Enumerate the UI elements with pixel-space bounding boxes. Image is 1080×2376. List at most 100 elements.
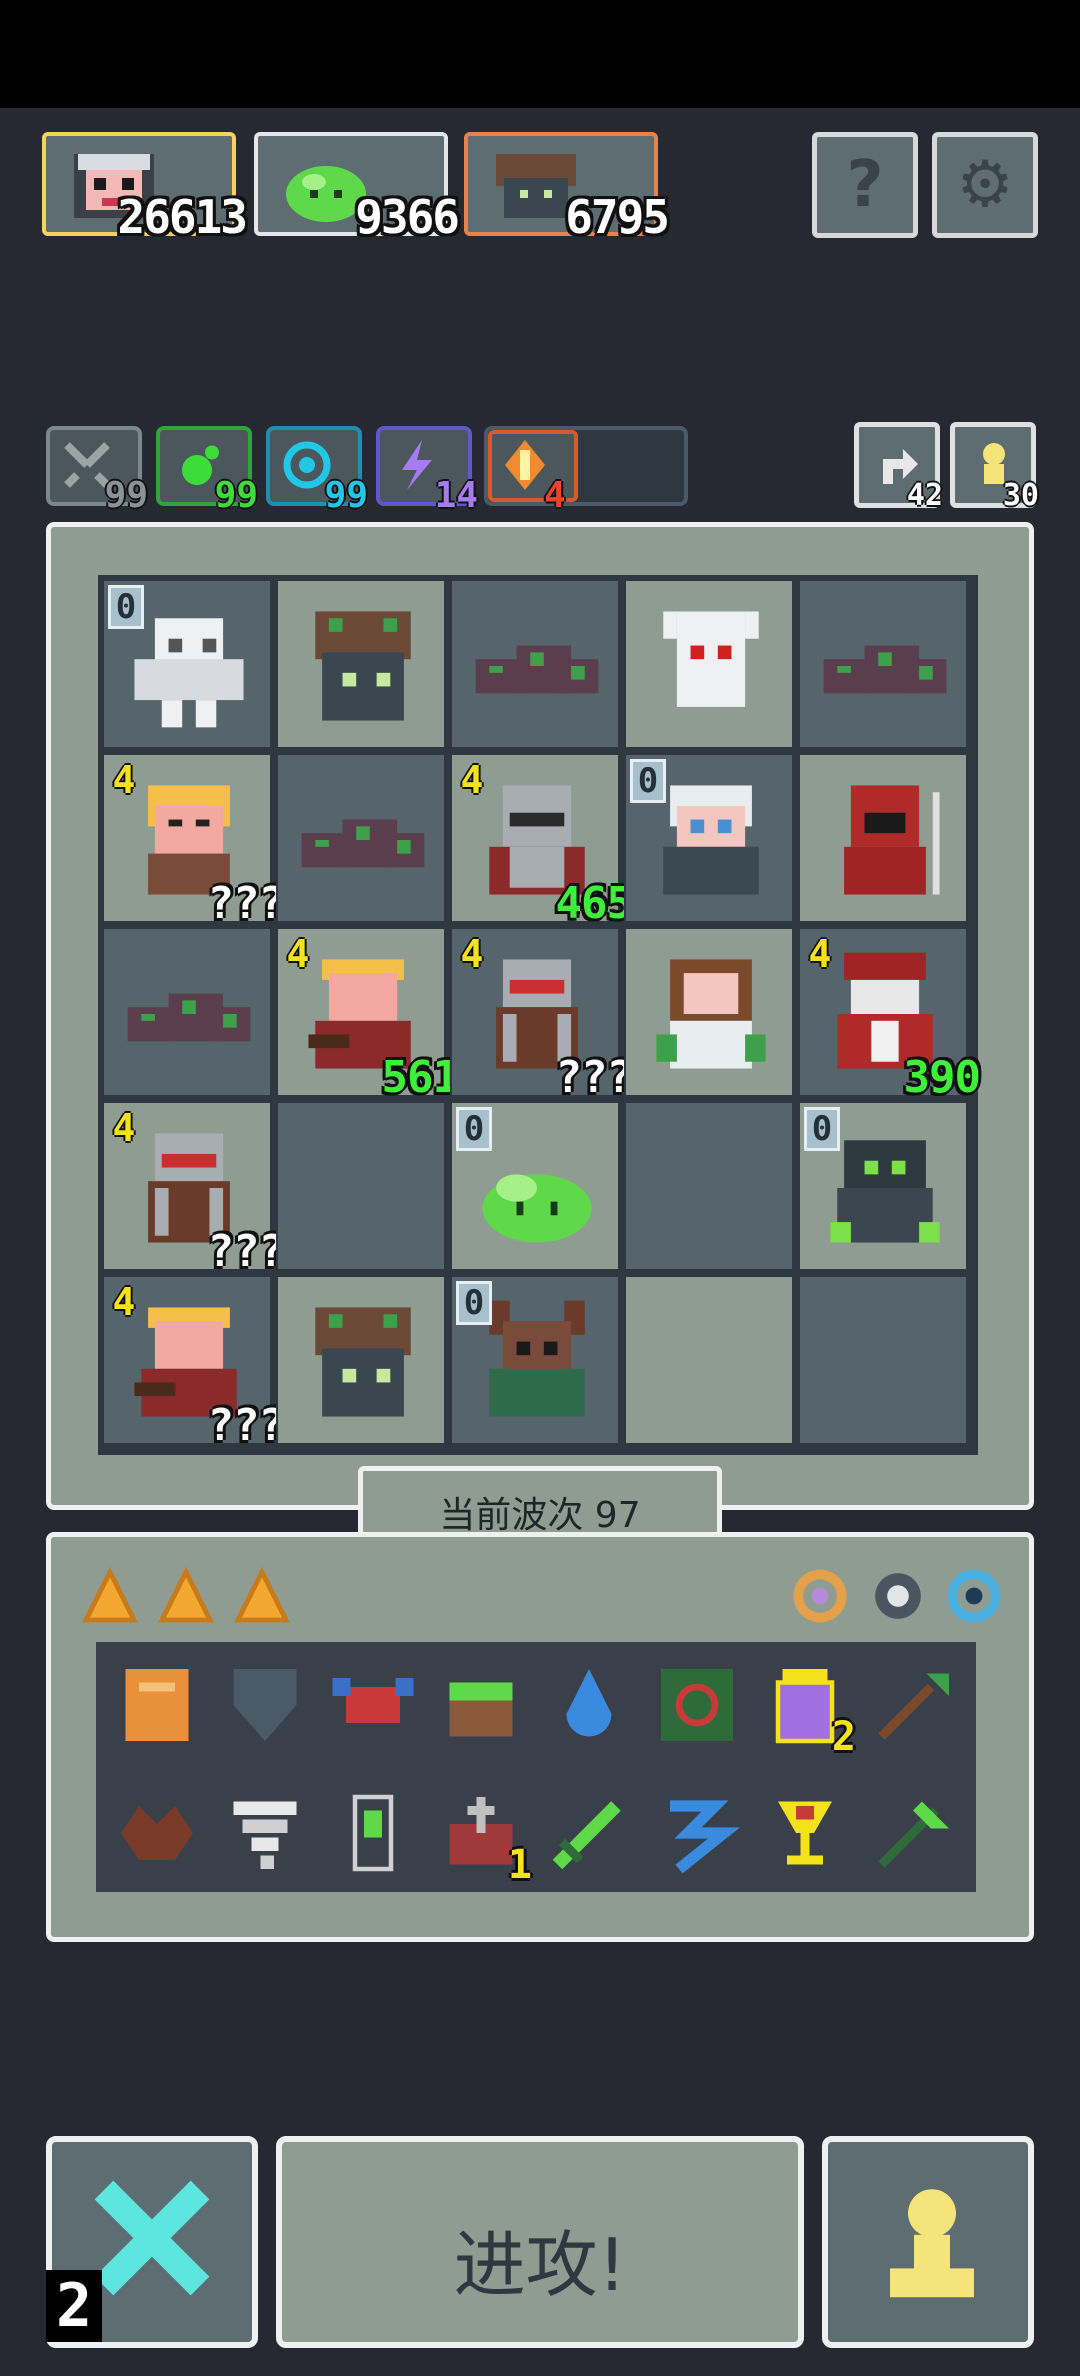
speed-badge[interactable]: 2 (46, 2270, 102, 2342)
help-button[interactable]: ? (812, 132, 918, 238)
inventory-item[interactable] (868, 1660, 958, 1750)
board-cell[interactable] (624, 1275, 794, 1445)
pawn-icon (890, 2189, 974, 2298)
forest-beast-icon (315, 611, 411, 721)
inventory-item[interactable] (112, 1788, 202, 1878)
attack-button[interactable]: 进攻! (276, 2136, 804, 2348)
inventory-item[interactable] (652, 1788, 742, 1878)
item-count: 1 (507, 1842, 532, 1888)
hero-portrait-slime[interactable]: 9366 (254, 132, 460, 244)
blue-wave-icon (670, 1800, 741, 1874)
rock-pile-icon (127, 993, 251, 1042)
board-cell[interactable] (276, 579, 446, 749)
inventory-item[interactable] (868, 1788, 958, 1878)
inventory-item[interactable] (544, 1788, 634, 1878)
rock-pile-icon (301, 819, 425, 868)
inventory-item[interactable] (760, 1788, 850, 1878)
unit-button[interactable] (822, 2136, 1034, 2348)
board-cell[interactable]: 0 (450, 1101, 620, 1271)
board-cell[interactable] (276, 753, 446, 923)
white-ghost-icon (663, 611, 759, 707)
board-cell[interactable] (450, 579, 620, 749)
red-mage-icon (844, 785, 940, 895)
undo-button[interactable]: 42 (854, 422, 943, 513)
inventory-item[interactable]: 2 (760, 1660, 856, 1760)
hero-portrait-vampire[interactable]: 26613 (42, 132, 248, 244)
amber-ring-icon[interactable] (790, 1566, 850, 1626)
unit-damage: ??? (207, 1226, 285, 1277)
unit-level: 0 (456, 1107, 492, 1151)
unit-level: 4 (808, 932, 832, 976)
stat-magic: 99 (266, 426, 368, 516)
rock-pile-icon (475, 645, 599, 694)
hero-portrait-beast[interactable]: 6795 (464, 132, 670, 244)
hero-score: 9366 (355, 190, 460, 244)
board-cell[interactable]: 4??? (450, 927, 633, 1103)
rune-tablet-icon (661, 1669, 733, 1741)
board-cell[interactable] (798, 753, 968, 923)
board-cell[interactable] (624, 927, 794, 1097)
inventory-item[interactable] (328, 1660, 418, 1750)
inventory-item[interactable] (328, 1788, 418, 1878)
unit-level: 0 (630, 759, 666, 803)
board-cell[interactable]: 4??? (102, 1275, 285, 1451)
inventory-item[interactable] (652, 1660, 742, 1750)
question-icon: ? (846, 148, 884, 222)
attack-label: 进攻! (453, 2223, 627, 2307)
board-cell[interactable] (276, 1101, 446, 1271)
board-cell[interactable] (624, 1101, 794, 1271)
inventory-item[interactable] (436, 1660, 526, 1750)
unit-level: 4 (112, 1106, 136, 1150)
inventory-item[interactable] (112, 1660, 202, 1750)
cheese-icon (234, 1566, 290, 1623)
board-cell[interactable] (276, 1275, 446, 1445)
water-drop-icon (566, 1669, 612, 1737)
close-icon (94, 2180, 210, 2296)
unit-damage: ??? (207, 878, 285, 929)
settings-button[interactable]: ⚙ (932, 132, 1038, 238)
board-cell[interactable] (102, 927, 272, 1097)
unit-damage: 465 (555, 878, 633, 929)
hero-score: 6795 (565, 190, 670, 244)
crab-helm-icon (332, 1678, 414, 1723)
board-cell[interactable]: 4??? (102, 753, 285, 929)
stat-fire: 4 (484, 426, 688, 516)
board-cell[interactable]: 4 390 (798, 927, 981, 1103)
dryad-icon (656, 959, 766, 1069)
white-gem-icon[interactable] (868, 1566, 928, 1626)
board-cell[interactable]: 4 561 (276, 927, 459, 1103)
inventory-item[interactable] (220, 1788, 310, 1878)
cheese-icon (82, 1566, 138, 1623)
unit-level: 4 (112, 758, 136, 802)
unit-level: 0 (108, 585, 144, 629)
item-count: 2 (831, 1714, 856, 1760)
unit-count-button[interactable]: 30 (950, 422, 1039, 513)
inventory-item[interactable] (544, 1660, 634, 1750)
board-cell[interactable] (798, 579, 968, 749)
inventory-item[interactable]: 1 (436, 1788, 532, 1888)
unit-damage: 561 (381, 1052, 459, 1103)
board-cell[interactable]: 0 (450, 1275, 620, 1445)
unit-level: 0 (804, 1107, 840, 1151)
board-cell[interactable] (624, 579, 794, 749)
board-cell[interactable]: 0 (798, 1101, 968, 1271)
cheese-icon (158, 1566, 214, 1623)
golden-chalice-icon (778, 1801, 832, 1865)
bronze-armor-icon (125, 1669, 189, 1741)
fire-icon (505, 440, 545, 490)
blue-ring-icon[interactable] (944, 1566, 1004, 1626)
inventory-item[interactable] (220, 1660, 310, 1750)
unit-level: 4 (286, 932, 310, 976)
unit-level: 4 (460, 932, 484, 976)
unit-level: 4 (112, 1280, 136, 1324)
emerald-axe-icon (878, 1801, 949, 1868)
board-cell[interactable]: 0 (102, 579, 272, 749)
board-cell[interactable]: 4??? (102, 1101, 285, 1277)
poison-cauldron-icon (449, 1682, 513, 1737)
unit-level: 4 (460, 758, 484, 802)
rock-pile-icon (823, 645, 947, 694)
board-cell[interactable] (798, 1275, 968, 1445)
board-cell[interactable]: 4 465 (450, 753, 633, 929)
board-cell[interactable]: 0 (624, 753, 794, 923)
tornado-icon (233, 1801, 297, 1869)
